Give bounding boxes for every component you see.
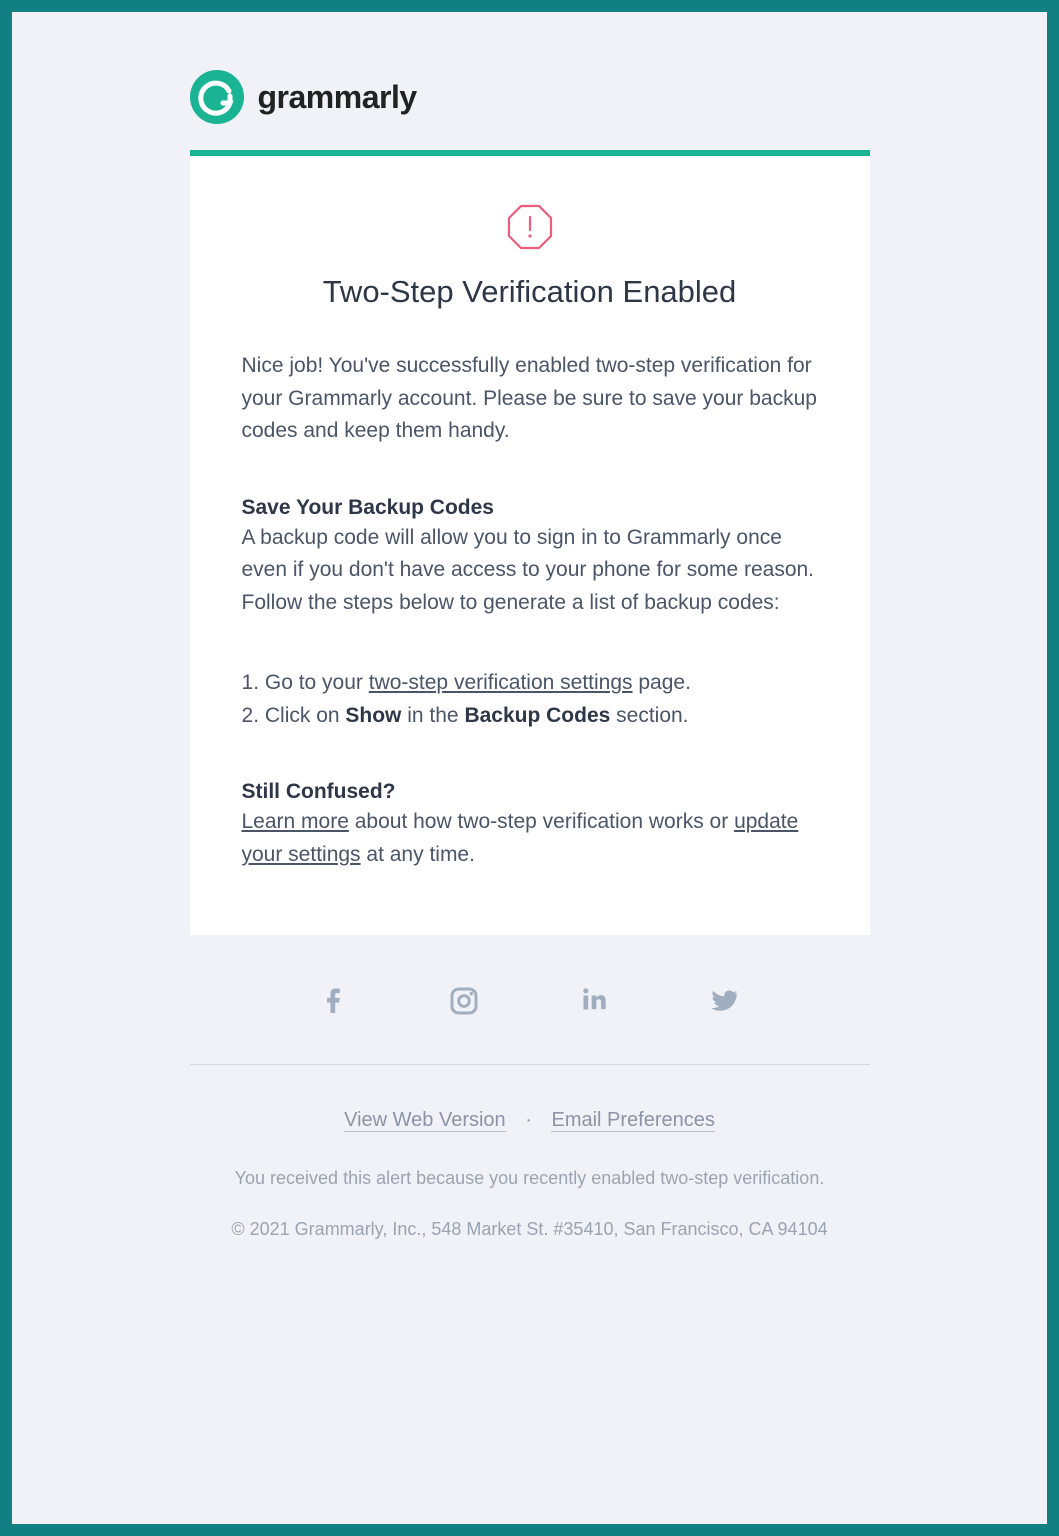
steps-list: Go to your two-step verification setting… — [242, 667, 818, 732]
linkedin-icon[interactable] — [580, 985, 608, 1022]
twitter-icon[interactable] — [708, 985, 740, 1022]
confused-heading: Still Confused? — [242, 780, 818, 804]
step-1: Go to your two-step verification setting… — [242, 667, 818, 700]
alert-octagon-icon — [507, 204, 553, 250]
brand-logo: grammarly — [190, 52, 870, 150]
instagram-icon[interactable] — [448, 985, 480, 1022]
step-2: Click on Show in the Backup Codes sectio… — [242, 700, 818, 733]
confused-section: Still Confused? Learn more about how two… — [242, 780, 818, 871]
footer-copyright: © 2021 Grammarly, Inc., 548 Market St. #… — [190, 1219, 870, 1240]
backup-heading: Save Your Backup Codes — [242, 496, 818, 520]
learn-more-link[interactable]: Learn more — [242, 810, 349, 833]
view-web-version-link[interactable]: View Web Version — [344, 1109, 506, 1132]
footer-divider — [190, 1064, 870, 1065]
footer-reason: You received this alert because you rece… — [190, 1168, 870, 1189]
footer: View Web Version · Email Preferences You… — [190, 935, 870, 1240]
brand-wordmark: grammarly — [258, 79, 417, 116]
email-preferences-link[interactable]: Email Preferences — [551, 1109, 714, 1132]
intro-text: Nice job! You've successfully enabled tw… — [242, 350, 818, 448]
page-title: Two-Step Verification Enabled — [242, 274, 818, 310]
verification-settings-link[interactable]: two-step verification settings — [369, 671, 633, 694]
email-card: Two-Step Verification Enabled Nice job! … — [190, 156, 870, 935]
backup-text: A backup code will allow you to sign in … — [242, 522, 818, 620]
grammarly-logo-icon — [190, 70, 244, 124]
facebook-icon[interactable] — [320, 985, 348, 1022]
backup-section: Save Your Backup Codes A backup code wil… — [242, 496, 818, 620]
